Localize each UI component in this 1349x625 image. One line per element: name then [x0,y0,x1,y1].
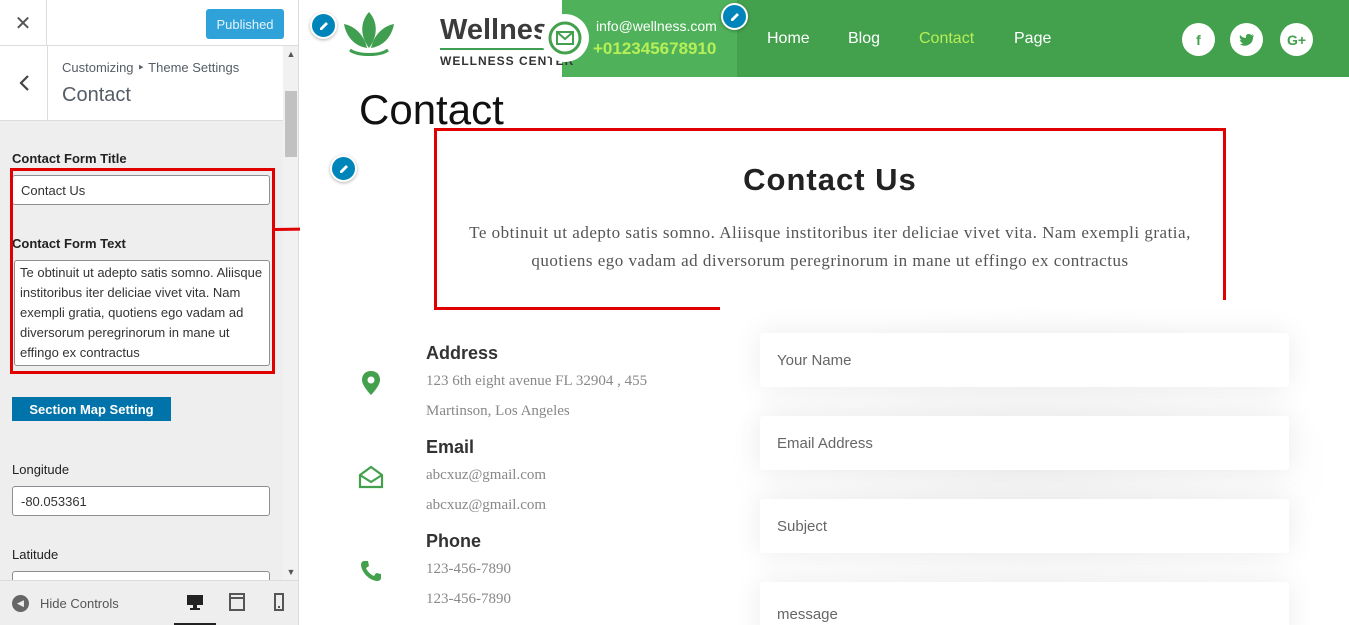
address-title: Address [426,343,499,363]
section-header: Customizing ‣ Theme Settings Contact [0,46,283,121]
phone-title: Phone [426,531,482,551]
phone-icon [356,556,386,586]
header-phone[interactable]: +012345678910 [593,39,716,59]
email-line-2[interactable]: abcxuz@gmail.com [426,497,546,514]
facebook-icon[interactable]: f [1182,23,1215,56]
nav-contact[interactable]: Contact [919,30,974,48]
mobile-preview-icon[interactable] [270,593,288,611]
address-line-1: 123 6th eight avenue FL 32904 , 455 [426,373,648,389]
phone-line-2[interactable]: 123-456-7890 [426,591,511,608]
page-title: Contact [359,86,504,133]
edit-logo-pencil-icon[interactable] [310,12,337,39]
address-line-2: Martinson, Los Angeles [426,403,570,419]
nav-home[interactable]: Home [767,30,810,48]
published-button[interactable]: Published [206,9,284,39]
nav-page[interactable]: Page [1014,30,1051,48]
message-field[interactable]: message [760,582,1289,625]
breadcrumb: Customizing ‣ Theme Settings [62,60,240,75]
contact-form-title-label: Contact Form Title [12,151,127,166]
tablet-preview-icon[interactable] [228,593,246,611]
nav-blog[interactable]: Blog [848,30,880,48]
close-icon[interactable]: ✕ [0,0,47,46]
customizer-header: ✕ Published [0,0,298,46]
email-field[interactable]: Email Address [760,416,1289,470]
hide-controls-button[interactable]: ◀ Hide Controls [12,595,119,612]
edit-contact-pencil-icon[interactable] [721,3,748,30]
envelope-open-icon [356,462,386,492]
sidebar-scrollbar[interactable]: ▲ ▼ [283,46,298,580]
contact-section-text: Te obtinuit ut adepto satis somno. Aliis… [469,223,1191,270]
scroll-up-icon[interactable]: ▲ [283,46,298,62]
contact-section-title: Contact Us [743,162,917,197]
name-field[interactable]: Your Name [760,333,1289,387]
highlight-box [10,168,275,374]
twitter-icon[interactable] [1230,23,1263,56]
section-map-setting-button[interactable]: Section Map Setting [12,397,171,421]
scroll-down-icon[interactable]: ▼ [283,564,298,580]
longitude-label: Longitude [12,462,70,477]
customizer-window: ✕ Published Customizing ‣ Theme Settings… [0,0,1349,625]
edit-section-pencil-icon[interactable] [330,155,357,182]
map-marker-icon [356,368,386,398]
phone-line-1[interactable]: 123-456-7890 [426,561,511,578]
header-email[interactable]: info@wellness.com [596,18,717,34]
back-icon[interactable] [0,46,48,120]
desktop-preview-icon[interactable] [186,593,204,611]
email-title: Email [426,437,475,457]
mail-icon [541,14,589,62]
site-logo[interactable]: Wellness WELLNESS CENTER [340,8,573,68]
longitude-input[interactable]: -80.053361 [12,486,270,516]
google-plus-icon[interactable]: G+ [1280,23,1313,56]
site-preview: Wellness WELLNESS CENTER info@wellness.c… [300,0,1349,625]
customizer-sidebar: ✕ Published Customizing ‣ Theme Settings… [0,0,299,625]
scroll-thumb[interactable] [285,91,297,157]
lotus-icon [344,12,394,56]
subject-field[interactable]: Subject [760,499,1289,553]
section-title: Contact [62,84,131,106]
email-line-1[interactable]: abcxuz@gmail.com [426,467,546,484]
customizer-footer: ◀ Hide Controls [0,580,298,625]
collapse-icon: ◀ [12,595,29,612]
hide-controls-label: Hide Controls [40,596,119,611]
latitude-label: Latitude [12,547,59,562]
